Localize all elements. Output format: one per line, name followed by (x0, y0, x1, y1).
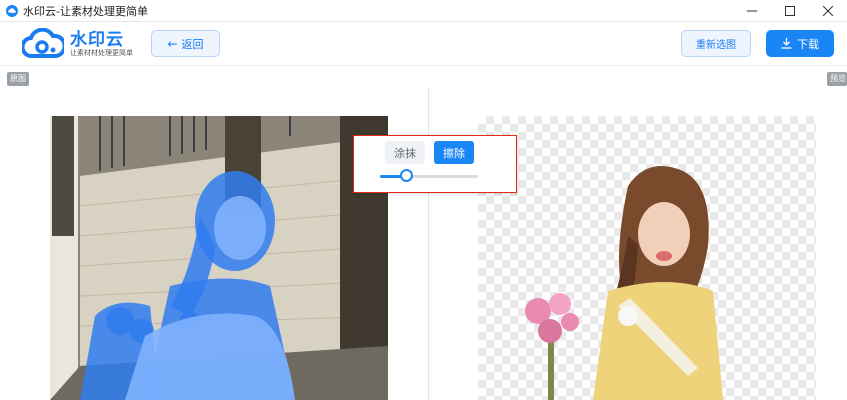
reselect-image-button[interactable]: 重新选图 (681, 30, 751, 57)
logo-cloud-icon (22, 28, 64, 58)
logo-slogan: 让素材材处理更简单 (70, 48, 133, 57)
download-button[interactable]: 下载 (766, 30, 834, 57)
app-header: 水印云 让素材材处理更简单 ← 返回 重新选图 下载 (0, 22, 847, 66)
window-controls (733, 0, 847, 22)
logo-name: 水印云 (70, 29, 124, 50)
app-logo: 水印云 让素材材处理更简单 (22, 28, 133, 60)
back-button-label: 返回 (181, 37, 204, 51)
cutout-photo (525, 166, 723, 400)
title-bar: 水印云-让素材处理更简单 (0, 0, 847, 22)
minimize-icon (747, 10, 757, 12)
download-icon (781, 38, 792, 49)
window-title: 水印云-让素材处理更简单 (23, 4, 148, 18)
original-image-canvas[interactable] (50, 116, 388, 400)
arrow-left-icon: ← (167, 36, 178, 51)
close-icon (823, 6, 833, 16)
reselect-button-label: 重新选图 (696, 40, 736, 51)
original-photo (50, 116, 388, 400)
brush-size-slider[interactable] (380, 175, 478, 178)
original-image-tag: 原图 (7, 72, 29, 86)
preview-image-canvas[interactable] (478, 116, 816, 400)
minimize-button[interactable] (733, 0, 771, 22)
erase-tool-label: 擦除 (443, 146, 465, 160)
back-button[interactable]: ← 返回 (151, 30, 220, 57)
app-cloud-icon (6, 4, 18, 17)
preview-image-tag: 预览 (827, 72, 847, 86)
panel-divider (428, 87, 429, 400)
brush-size-slider-thumb[interactable] (399, 169, 413, 182)
brush-tool-panel: 涂抹 擦除 (353, 135, 517, 193)
paint-tool-label: 涂抹 (394, 146, 416, 160)
maximize-button[interactable] (771, 0, 809, 22)
paint-tool-button[interactable]: 涂抹 (385, 141, 425, 164)
erase-tool-button[interactable]: 擦除 (434, 141, 474, 164)
download-button-label: 下载 (797, 37, 819, 51)
close-button[interactable] (809, 0, 847, 22)
editor-workspace: 原图 预览 涂抹 擦除 (0, 67, 847, 400)
maximize-icon (785, 6, 795, 16)
